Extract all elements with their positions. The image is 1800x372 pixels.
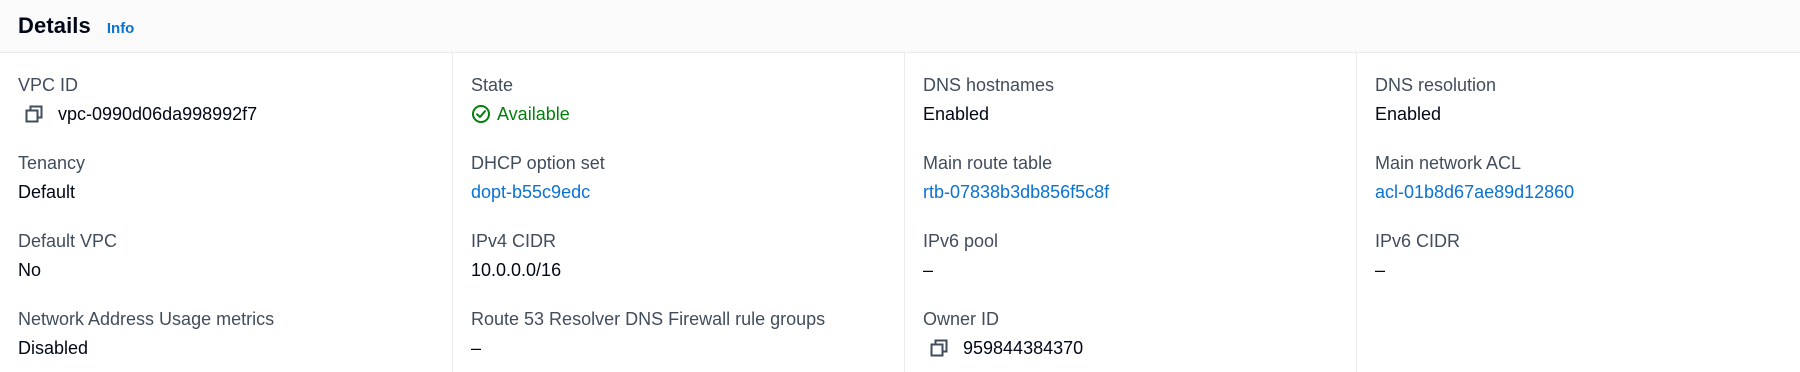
field-label: VPC ID: [18, 75, 79, 95]
dns-hostnames-value: Enabled: [923, 104, 990, 124]
route53-resolver-dns-firewall-value: –: [471, 338, 482, 358]
network-address-usage-metrics-value: Disabled: [18, 338, 89, 358]
panel-header: Details Info: [0, 0, 1800, 53]
field-main-network-acl: Main network ACL acl-01b8d67ae89d12860: [1375, 151, 1800, 229]
field-dns-resolution: DNS resolution Enabled: [1375, 73, 1800, 151]
details-column-2: State Available DHCP option set dopt-b55…: [452, 53, 904, 372]
state-value: Available: [471, 102, 904, 126]
field-label: Network Address Usage metrics: [18, 309, 275, 329]
field-value: 959844384370: [923, 336, 1356, 360]
owner-id-value: 959844384370: [963, 338, 1084, 358]
status-positive-icon: [471, 104, 491, 124]
details-column-3: DNS hostnames Enabled Main route table r…: [904, 53, 1356, 372]
field-main-route-table: Main route table rtb-07838b3db856f5c8f: [923, 151, 1356, 229]
field-ipv6-cidr: IPv6 CIDR –: [1375, 229, 1800, 307]
field-label: DNS hostnames: [923, 75, 1055, 95]
field-label: Main network ACL: [1375, 153, 1522, 173]
vpc-id-value: vpc-0990d06da998992f7: [58, 104, 258, 124]
field-label: DHCP option set: [471, 153, 605, 173]
field-owner-id: Owner ID 959844384370: [923, 307, 1356, 372]
ipv6-pool-value: –: [923, 260, 934, 280]
copy-icon[interactable]: [24, 104, 44, 124]
dhcp-option-set-link[interactable]: dopt-b55c9edc: [471, 180, 904, 204]
field-ipv6-pool: IPv6 pool –: [923, 229, 1356, 307]
field-dhcp-option-set: DHCP option set dopt-b55c9edc: [471, 151, 904, 229]
main-route-table-link[interactable]: rtb-07838b3db856f5c8f: [923, 180, 1356, 204]
details-column-1: VPC ID vpc-0990d06da998992f7 Tenancy Def…: [0, 53, 452, 372]
field-tenancy: Tenancy Default: [18, 151, 452, 229]
tenancy-value: Default: [18, 182, 76, 202]
field-label: IPv6 pool: [923, 231, 999, 251]
field-label: IPv4 CIDR: [471, 231, 557, 251]
details-column-4: DNS resolution Enabled Main network ACL …: [1356, 53, 1800, 372]
field-label: Route 53 Resolver DNS Firewall rule grou…: [471, 309, 826, 329]
field-label: Main route table: [923, 153, 1053, 173]
field-label: DNS resolution: [1375, 75, 1497, 95]
info-link[interactable]: Info: [107, 20, 135, 37]
field-state: State Available: [471, 73, 904, 151]
vpc-details-panel: Details Info VPC ID vpc-0990d06da998992f…: [0, 0, 1800, 372]
field-label: State: [471, 75, 514, 95]
state-text: Available: [497, 104, 570, 124]
dns-resolution-value: Enabled: [1375, 104, 1442, 124]
field-vpc-id: VPC ID vpc-0990d06da998992f7: [18, 73, 452, 151]
panel-title: Details: [18, 13, 91, 38]
default-vpc-value: No: [18, 260, 42, 280]
ipv4-cidr-value: 10.0.0.0/16: [471, 260, 562, 280]
copy-icon[interactable]: [929, 338, 949, 358]
field-value: vpc-0990d06da998992f7: [18, 102, 452, 126]
field-network-address-usage-metrics: Network Address Usage metrics Disabled: [18, 307, 452, 372]
main-network-acl-link[interactable]: acl-01b8d67ae89d12860: [1375, 180, 1800, 204]
field-label: Tenancy: [18, 153, 86, 173]
field-default-vpc: Default VPC No: [18, 229, 452, 307]
field-dns-hostnames: DNS hostnames Enabled: [923, 73, 1356, 151]
field-label: IPv6 CIDR: [1375, 231, 1461, 251]
field-ipv4-cidr: IPv4 CIDR 10.0.0.0/16: [471, 229, 904, 307]
field-route53-resolver-dns-firewall: Route 53 Resolver DNS Firewall rule grou…: [471, 307, 904, 372]
ipv6-cidr-value: –: [1375, 260, 1386, 280]
details-grid: VPC ID vpc-0990d06da998992f7 Tenancy Def…: [0, 53, 1800, 372]
field-label: Owner ID: [923, 309, 1000, 329]
field-label: Default VPC: [18, 231, 118, 251]
